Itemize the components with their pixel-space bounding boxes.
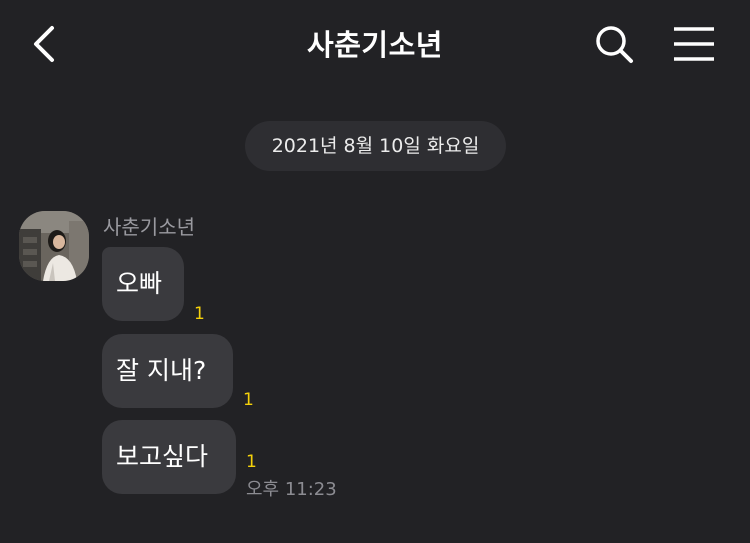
sender-name: 사춘기소년 — [103, 215, 195, 239]
chat-header: 사춘기소년 — [0, 0, 750, 88]
avatar[interactable] — [19, 211, 89, 281]
message-bubble[interactable]: 오빠 — [102, 247, 184, 321]
menu-button[interactable] — [668, 20, 720, 68]
unread-count: 1 — [194, 304, 205, 324]
hamburger-menu-icon — [674, 27, 714, 61]
message-bubble[interactable]: 보고싶다 — [102, 420, 236, 494]
message-bubble[interactable]: 잘 지내? — [102, 334, 233, 408]
message-timestamp: 오후 11:23 — [246, 479, 337, 500]
profile-photo-image — [19, 211, 89, 281]
search-button[interactable] — [590, 20, 638, 68]
unread-count: 1 — [243, 390, 254, 410]
unread-count: 1 — [246, 452, 257, 472]
date-divider: 2021년 8월 10일 화요일 — [245, 121, 506, 171]
search-icon — [596, 26, 633, 63]
